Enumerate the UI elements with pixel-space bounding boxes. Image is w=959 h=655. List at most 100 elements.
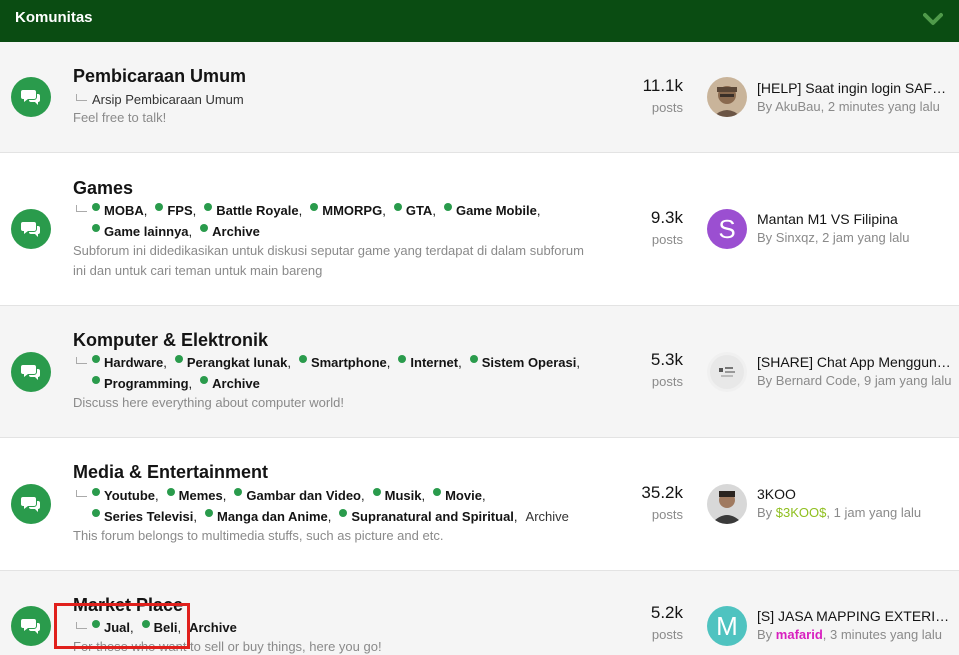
avatar[interactable] (707, 352, 747, 392)
subforum-list: MOBA, FPS, Battle Royale, MMORPG, GTA, Game M… (76, 203, 541, 218)
last-post-meta: By mafarid, 3 minutes yang lalu (757, 627, 943, 642)
last-post-title[interactable]: [S] JASA MAPPING EXTERIOR ... (757, 608, 953, 624)
forum-node-komputer-elektronik: Komputer & Elektronik Hardware, Perangkat… (0, 306, 959, 438)
elbow-connector (76, 490, 87, 497)
subforum-link[interactable]: Series Televisi (104, 509, 193, 524)
node-description: This forum belongs to multimedia stuffs,… (73, 528, 444, 543)
subforum-dot-icon (92, 203, 100, 211)
last-post-title[interactable]: [HELP] Saat ingin login SAFD ... (757, 80, 953, 96)
by-label: By (757, 99, 773, 114)
subforum-dot-icon (92, 224, 100, 232)
subforum-link[interactable]: Battle Royale (216, 203, 298, 218)
subforum-dot-icon (92, 355, 100, 363)
subforum-dot-icon (92, 488, 100, 496)
subforum-link[interactable]: Programming (104, 376, 189, 391)
forum-node-games: Games MOBA, FPS, Battle Royale, MMORPG, GTA,… (0, 153, 959, 306)
subforum-dot-icon (205, 509, 213, 517)
subforum-dot-icon (92, 509, 100, 517)
by-label: By (757, 505, 773, 520)
subforum-list: Youtube, Memes, Gambar dan Video, Musik, Mov… (76, 488, 486, 503)
posts-count: 5.3k (650, 350, 683, 369)
subforum-dot-icon (92, 376, 100, 384)
avatar[interactable]: S (707, 209, 747, 249)
subforum-link[interactable]: Hardware (104, 355, 163, 370)
subforum-dot-icon (393, 203, 402, 211)
block-title[interactable]: Komunitas (15, 9, 93, 26)
posts-label: posts (651, 627, 683, 642)
subforum-dot-icon (155, 203, 164, 211)
last-post-title[interactable]: [SHARE] Chat App Mengguna... (757, 354, 953, 370)
subforum-dot-icon (310, 203, 319, 211)
last-post-time: 1 jam yang lalu (833, 505, 922, 520)
subforum-link[interactable]: Game Mobile (456, 203, 537, 218)
subforum-dot-icon (174, 355, 183, 363)
subforum-list-continued: Series Televisi, Manga dan Anime, Supranat… (92, 509, 569, 524)
subforum-link[interactable]: Gambar dan Video (246, 488, 361, 503)
subforum-link[interactable]: MMORPG (322, 203, 382, 218)
subforum-link[interactable]: Memes (179, 488, 223, 503)
block-header: Komunitas (0, 0, 959, 42)
last-post-user[interactable]: Bernard Code (776, 373, 857, 388)
subforum-link[interactable]: Musik (385, 488, 422, 503)
chat-bubbles-icon (11, 606, 51, 646)
last-post-user[interactable]: mafarid (776, 627, 823, 642)
avatar[interactable] (707, 484, 747, 524)
subforum-link[interactable]: Perangkat lunak (187, 355, 287, 370)
subforum-dot-icon (298, 355, 307, 363)
last-post-time: 3 minutes yang lalu (830, 627, 943, 642)
subforum-link[interactable]: Archive (526, 509, 569, 524)
avatar[interactable] (707, 77, 747, 117)
node-title[interactable]: Games (73, 178, 133, 199)
subforum-link[interactable]: Supranatural and Spiritual (351, 509, 514, 524)
subforum-dot-icon (433, 488, 442, 496)
subforum-dot-icon (398, 355, 407, 363)
subforum-dot-icon (469, 355, 478, 363)
subforum-list-continued: Programming, Archive (92, 376, 260, 391)
avatar[interactable]: M (707, 606, 747, 646)
last-post-time: 2 minutes yang lalu (827, 99, 940, 114)
last-post-title[interactable]: 3KOO (757, 486, 953, 502)
subforum-link[interactable]: Smartphone (311, 355, 387, 370)
subforum-link[interactable]: Archive (189, 620, 237, 635)
subforum-link[interactable]: Arsip Pembicaraan Umum (92, 92, 244, 107)
posts-label: posts (651, 374, 683, 389)
subforum-dot-icon (234, 488, 243, 496)
last-post-meta: By AkuBau, 2 minutes yang lalu (757, 99, 940, 114)
subforum-link[interactable]: Youtube (104, 488, 155, 503)
node-title[interactable]: Pembicaraan Umum (73, 66, 246, 87)
last-post-user[interactable]: AkuBau (775, 99, 821, 114)
subforum-link[interactable]: Archive (212, 224, 260, 239)
chat-bubbles-icon (11, 77, 51, 117)
subforum-link[interactable]: Sistem Operasi (482, 355, 577, 370)
last-post-user[interactable]: Sinxqz (776, 230, 815, 245)
subforum-link[interactable]: Movie (445, 488, 482, 503)
subforum-link[interactable]: Manga dan Anime (217, 509, 328, 524)
subforum-dot-icon (339, 509, 348, 517)
subforum-link[interactable]: Internet (410, 355, 458, 370)
node-title[interactable]: Komputer & Elektronik (73, 330, 268, 351)
forum-node-media-entertainment: Media & Entertainment Youtube, Memes, Gamb… (0, 438, 959, 571)
chevron-down-icon[interactable] (923, 12, 943, 28)
node-description: Subforum ini didedikasikan untuk diskusi… (73, 243, 584, 278)
node-title[interactable]: Media & Entertainment (73, 462, 268, 483)
subforum-link[interactable]: MOBA (104, 203, 144, 218)
subforum-dot-icon (200, 376, 209, 384)
last-post-meta: By Sinxqz, 2 jam yang lalu (757, 230, 910, 245)
subforum-link[interactable]: Archive (212, 376, 260, 391)
posts-label: posts (651, 507, 683, 522)
elbow-connector (76, 94, 87, 101)
highlight-annotation-box (54, 603, 190, 649)
elbow-connector (76, 357, 87, 364)
subforum-list: Hardware, Perangkat lunak, Smartphone, Inte… (76, 355, 580, 370)
last-post-title[interactable]: Mantan M1 VS Filipina (757, 211, 953, 227)
node-description: Discuss here everything about computer w… (73, 395, 344, 410)
subforum-dot-icon (166, 488, 175, 496)
node-description: Feel free to talk! (73, 110, 167, 125)
subforum-link[interactable]: FPS (167, 203, 192, 218)
subforum-link[interactable]: Game lainnya (104, 224, 189, 239)
chat-bubbles-icon (11, 352, 51, 392)
subforum-dot-icon (372, 488, 381, 496)
last-post-user[interactable]: $3KOO$ (776, 505, 827, 520)
posts-label: posts (651, 232, 683, 247)
subforum-link[interactable]: GTA (406, 203, 432, 218)
